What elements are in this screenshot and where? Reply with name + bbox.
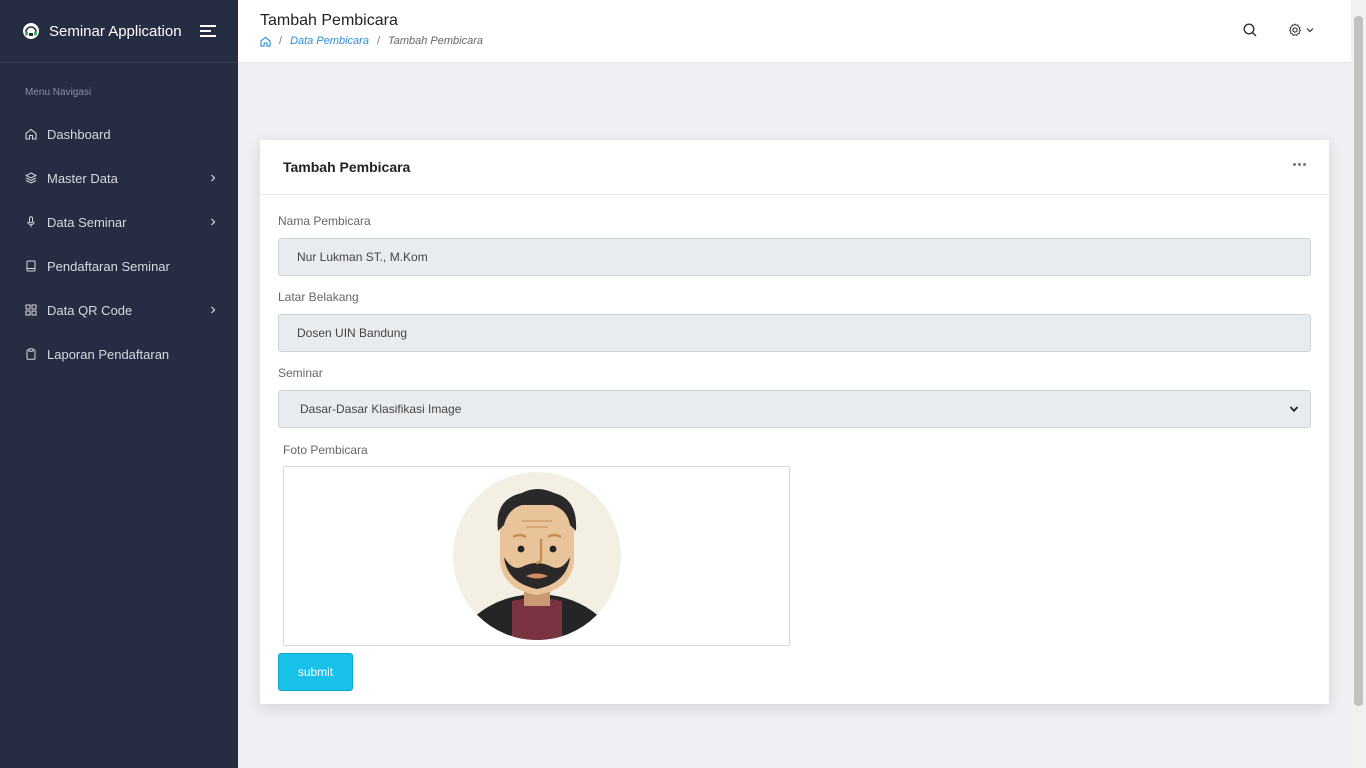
layers-icon [25,172,37,184]
more-options-icon[interactable] [1293,162,1306,166]
topbar: Tambah Pembicara / Data Pembicara / Tamb… [238,0,1351,63]
chevron-down-icon [1289,406,1299,413]
breadcrumb: / Data Pembicara / Tambah Pembicara [260,35,483,47]
sidebar-item-dashboard[interactable]: Dashboard [0,112,238,156]
latar-belakang-label: Latar Belakang [278,290,359,304]
sidebar-item-label: Laporan Pendaftaran [47,346,170,362]
topbar-actions [1242,22,1315,38]
seminar-selected-value: Dasar-Dasar Klasifikasi Image [300,402,462,416]
sidebar-item-label: Data QR Code [47,302,133,318]
scrollbar-thumb[interactable] [1354,16,1363,706]
latar-belakang-input[interactable]: Dosen UIN Bandung [278,314,1311,352]
nama-pembicara-input[interactable]: Nur Lukman ST., M.Kom [278,238,1311,276]
foto-pembicara-label: Foto Pembicara [283,443,368,457]
seminar-label: Seminar [278,366,323,380]
sidebar-item-master-data[interactable]: Master Data [0,156,238,200]
speaker-form: Nama Pembicara Nur Lukman ST., M.Kom Lat… [260,195,1329,691]
chevron-right-icon [211,306,216,314]
submit-button[interactable]: submit [278,653,353,691]
sidebar-brand: Seminar Application [0,0,238,63]
breadcrumb-separator: / [279,35,283,47]
search-icon[interactable] [1242,22,1258,38]
nama-pembicara-label: Nama Pembicara [278,214,371,228]
microphone-icon [25,216,37,228]
sidebar-item-label: Master Data [47,170,118,186]
sidebar-item-pendaftaran-seminar[interactable]: Pendaftaran Seminar [0,244,238,288]
sidebar-item-data-seminar[interactable]: Data Seminar [0,200,238,244]
chevron-down-icon [1306,28,1314,33]
sidebar: Seminar Application Menu Navigasi Dashbo… [0,0,238,768]
speaker-avatar-image [452,472,621,640]
app-name: Seminar Application [49,22,182,40]
sidebar-item-label: Pendaftaran Seminar [47,258,170,274]
breadcrumb-separator: / [376,35,380,47]
menu-heading: Menu Navigasi [25,87,92,98]
book-icon [25,260,37,272]
grid-icon [25,304,37,316]
sidebar-item-label: Dashboard [47,126,111,142]
breadcrumb-current: Tambah Pembicara [388,35,483,47]
sidebar-toggle-button[interactable] [200,25,216,37]
page-title: Tambah Pembicara [260,12,398,29]
card-header: Tambah Pembicara [260,140,1329,195]
card-title: Tambah Pembicara [283,159,411,175]
home-icon[interactable] [260,36,271,47]
chevron-right-icon [211,218,216,226]
gear-icon [1288,23,1302,36]
breadcrumb-link-data-pembicara[interactable]: Data Pembicara [290,35,369,47]
chevron-right-icon [211,174,216,182]
seminar-select[interactable]: Dasar-Dasar Klasifikasi Image [278,390,1311,428]
sidebar-item-label: Data Seminar [47,214,127,230]
form-card: Tambah Pembicara Nama Pembicara Nur Lukm… [260,140,1329,704]
headset-logo-icon [23,23,39,39]
sidebar-item-data-qr-code[interactable]: Data QR Code [0,288,238,332]
page-scrollbar[interactable] [1351,0,1366,768]
clipboard-icon [25,348,37,360]
sidebar-item-laporan-pendaftaran[interactable]: Laporan Pendaftaran [0,332,238,376]
foto-pembicara-preview[interactable] [283,466,790,646]
settings-dropdown-button[interactable] [1288,23,1315,37]
home-icon [25,128,37,140]
